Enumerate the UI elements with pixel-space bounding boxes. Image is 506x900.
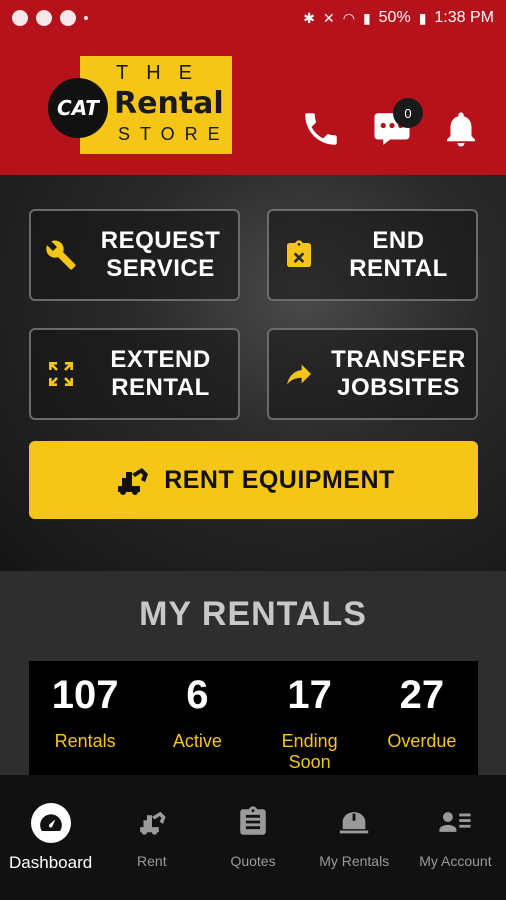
nav-label: Quotes (230, 853, 276, 869)
bottom-navigation: Dashboard Rent Quotes My Rentals My Acco… (0, 775, 506, 900)
end-rental-label: END RENTAL (349, 227, 448, 282)
stat-label: Active (172, 731, 222, 751)
stat-label: Ending Soon (281, 731, 338, 772)
excavator-icon (118, 468, 149, 495)
stat-ending-soon[interactable]: 17 Ending Soon (254, 661, 366, 775)
dashboard-icon (30, 803, 71, 843)
logo-store-text: STORE (118, 124, 230, 144)
cat-logo: CAT (48, 78, 108, 138)
hardhat-icon (340, 812, 369, 834)
notification-icon (36, 10, 52, 26)
stat-value: 27 (399, 673, 445, 717)
stat-value: 107 (51, 673, 119, 717)
stat-value: 6 (186, 673, 209, 717)
notification-icon (60, 10, 76, 26)
dot-icon (84, 16, 88, 20)
clipboard-x-icon (287, 240, 311, 267)
stat-label: Rentals (54, 731, 116, 751)
rent-equipment-label: RENT EQUIPMENT (164, 465, 395, 494)
mute-icon: ✕ (322, 9, 335, 26)
nav-label: My Account (419, 853, 492, 869)
request-service-label: REQUEST SERVICE (100, 227, 221, 282)
end-rental-button[interactable]: END RENTAL (267, 209, 478, 301)
my-rentals-title: MY RENTALS (139, 595, 367, 633)
logo-the-text: THE (116, 62, 210, 84)
bell-icon (447, 112, 475, 147)
stat-overdue[interactable]: 27 Overdue (366, 661, 478, 775)
nav-quotes[interactable]: Quotes (202, 775, 303, 900)
nav-dashboard[interactable]: Dashboard (0, 775, 101, 900)
nav-label: My Rentals (319, 853, 390, 869)
transfer-jobsites-button[interactable]: TRANSFER JOBSITES (267, 328, 478, 420)
extend-rental-label: EXTEND RENTAL (110, 346, 211, 401)
transfer-jobsites-label: TRANSFER JOBSITES (331, 346, 466, 401)
clipboard-icon (240, 806, 266, 835)
battery-icon: ▮ (418, 9, 427, 26)
expand-icon (49, 362, 73, 386)
stat-value: 17 (287, 673, 332, 717)
my-rentals-section: MY RENTALS 107 Rentals 6 Active 17 Endin… (0, 571, 506, 775)
nav-label: Dashboard (9, 853, 93, 872)
signal-icon: ▮ (362, 9, 371, 26)
nav-label: Rent (137, 853, 167, 869)
notification-icon (12, 10, 28, 26)
app-header: THE Rental STORE CAT 0 (0, 36, 506, 175)
wrench-icon (46, 240, 76, 270)
notifications-button[interactable] (438, 106, 484, 152)
nav-my-rentals[interactable]: My Rentals (304, 775, 405, 900)
clock: 1:38 PM (434, 9, 494, 26)
request-service-button[interactable]: REQUEST SERVICE (29, 209, 240, 301)
phone-button[interactable] (298, 106, 344, 152)
stat-rentals[interactable]: 107 Rentals (29, 661, 141, 775)
wifi-icon: ◠ (342, 9, 355, 26)
extend-rental-button[interactable]: EXTEND RENTAL (29, 328, 240, 420)
stat-active[interactable]: 6 Active (141, 661, 253, 775)
nav-my-account[interactable]: My Account (405, 775, 506, 900)
message-count-badge: 0 (393, 98, 423, 128)
nav-rent[interactable]: Rent (101, 775, 202, 900)
notification-icons (12, 10, 88, 26)
battery-percent: 50% (378, 9, 411, 26)
stat-label: Overdue (387, 731, 457, 751)
logo-rental-text: Rental (114, 86, 224, 121)
phone-icon (305, 113, 337, 145)
rent-equipment-button[interactable]: RENT EQUIPMENT (29, 441, 478, 519)
excavator-icon (139, 811, 166, 835)
rental-stats: 107 Rentals 6 Active 17 Ending Soon 27 O… (29, 661, 478, 775)
account-icon (439, 812, 471, 832)
forward-arrow-icon (287, 364, 311, 385)
bluetooth-icon: ✱ (303, 9, 315, 26)
cat-logo-text: CAT (57, 96, 99, 120)
status-bar: ✱ ✕ ◠ ▮ 50% ▮ 1:38 PM (0, 0, 506, 36)
